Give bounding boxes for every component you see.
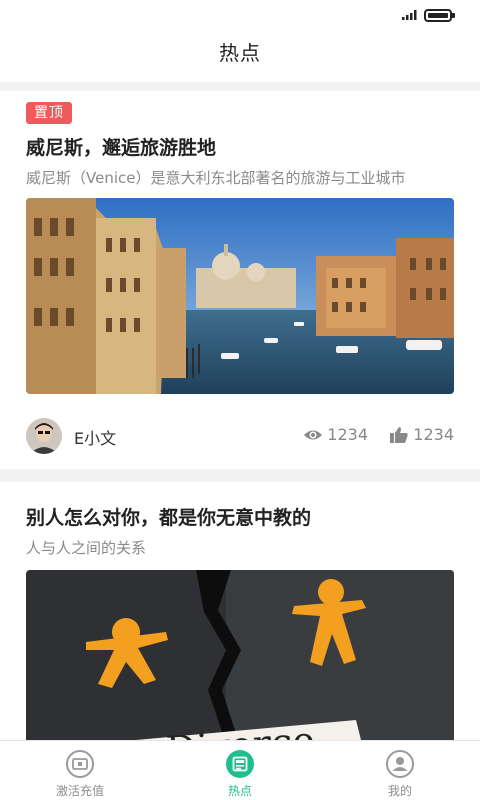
- view-count: 1234: [303, 425, 368, 444]
- thumbs-up-icon: [390, 426, 408, 443]
- nav-label: 热点: [227, 784, 252, 798]
- avatar[interactable]: [26, 418, 62, 454]
- nav-item-activate-recharge[interactable]: 激活充值: [0, 741, 160, 800]
- author-avatar-icon: [26, 418, 62, 454]
- eye-icon: [304, 430, 323, 439]
- news-icon: [226, 750, 254, 778]
- card-title[interactable]: 别人怎么对你，都是你无意中教的: [26, 506, 454, 530]
- card-title[interactable]: 威尼斯，邂逅旅游胜地: [26, 136, 454, 160]
- status-bar: [0, 0, 480, 32]
- pinned-badge: 置顶: [26, 102, 72, 124]
- feed-card[interactable]: 置顶 威尼斯，邂逅旅游胜地 威尼斯（Venice）是意大利东北部著名的旅游与工业…: [0, 91, 480, 469]
- feed-card[interactable]: 别人怎么对你，都是你无意中教的 人与人之间的关系: [0, 482, 480, 740]
- like-count-value: 1234: [413, 425, 454, 444]
- page-title: 热点: [219, 41, 261, 65]
- venice-canal-image: [26, 198, 454, 394]
- bottom-nav: 激活充值 热点 我的: [0, 740, 480, 800]
- wallet-icon: [66, 750, 94, 778]
- like-count[interactable]: 1234: [389, 425, 454, 444]
- nav-label: 激活充值: [55, 784, 104, 798]
- card-image[interactable]: [26, 198, 454, 394]
- nav-label: 我的: [387, 784, 412, 798]
- nav-item-hot[interactable]: 热点: [160, 741, 320, 800]
- app-header: 热点: [0, 32, 480, 82]
- profile-icon: [386, 750, 414, 778]
- card-subtitle: 人与人之间的关系: [26, 539, 147, 557]
- nav-item-mine[interactable]: 我的: [320, 741, 480, 800]
- view-count-value: 1234: [327, 425, 368, 444]
- card-subtitle: 威尼斯（Venice）是意大利东北部著名的旅游与工业城市: [26, 169, 406, 187]
- signal-icon: [402, 10, 417, 20]
- feed-list[interactable]: 置顶 威尼斯，邂逅旅游胜地 威尼斯（Venice）是意大利东北部著名的旅游与工业…: [0, 82, 480, 740]
- card-image[interactable]: Divorce: [26, 570, 454, 740]
- battery-icon: [424, 9, 455, 22]
- divorce-paper-image: Divorce: [26, 570, 454, 740]
- author-name[interactable]: E小文: [74, 425, 116, 449]
- card-meta: E小文 1234 1234: [26, 416, 454, 456]
